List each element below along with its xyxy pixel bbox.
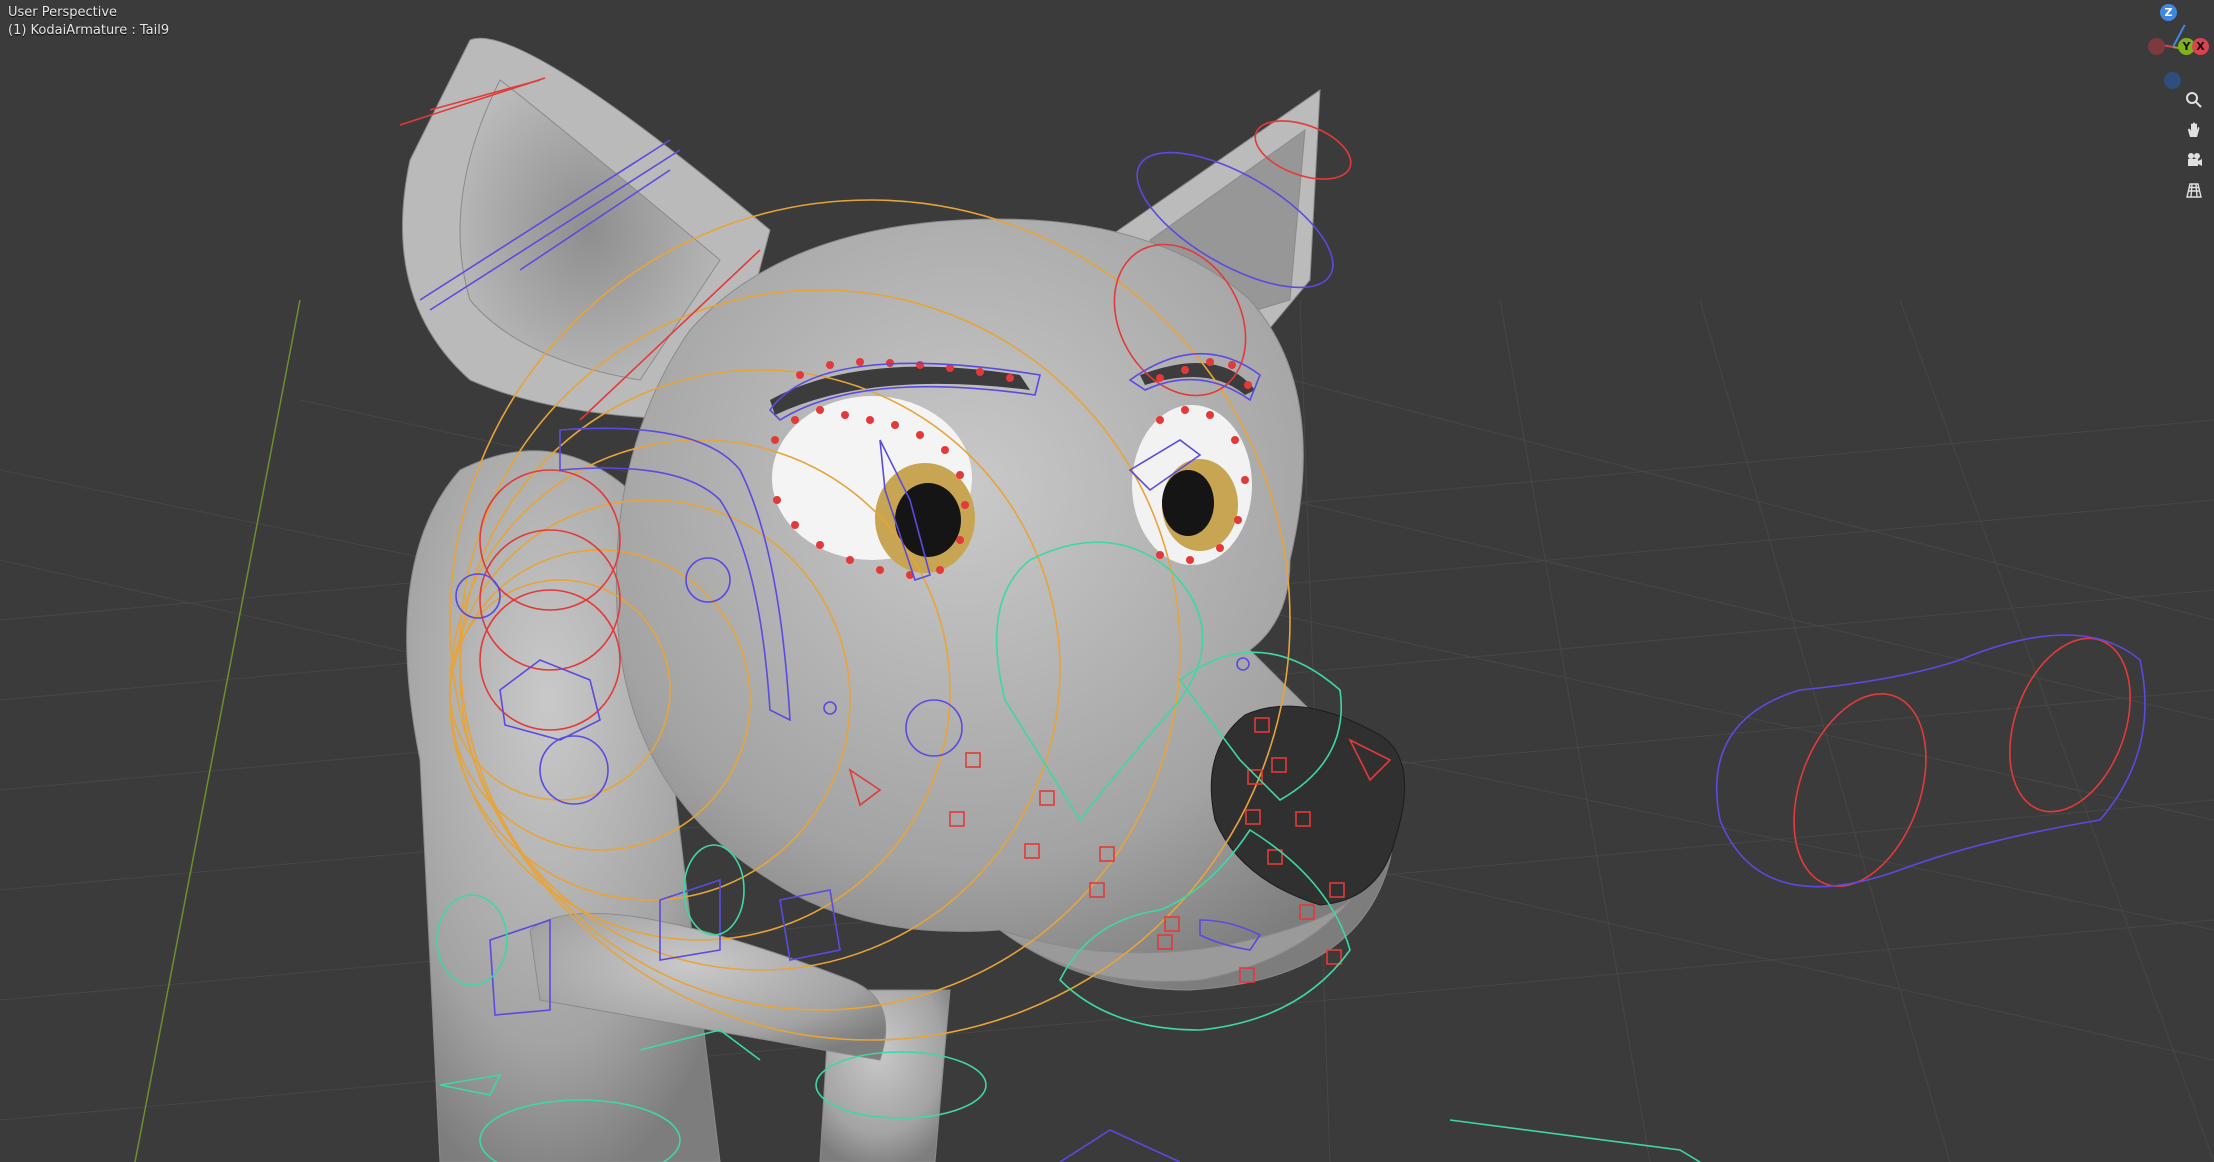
3d-viewport[interactable]: User Perspective (1) KodaiArmature : Tai… [0,0,2214,1162]
y-axis-line [134,299,301,1162]
fox-mesh [402,37,1395,1162]
fox-right-eye [1132,405,1252,565]
grid-icon[interactable] [2182,178,2206,202]
active-object-label: (1) KodaiArmature : Tail9 [8,23,170,38]
navigation-gizmo[interactable]: Z Y X [2134,0,2214,220]
neg-x-axis-handle[interactable] [2148,38,2165,55]
z-axis-handle[interactable]: Z [2160,4,2177,21]
x-axis-handle[interactable]: X [2192,38,2209,55]
hand-icon[interactable] [2182,118,2206,142]
camera-icon[interactable] [2182,148,2206,172]
viewport-scene[interactable] [0,0,2214,1162]
neg-z-axis-handle[interactable] [2164,72,2181,89]
view-mode-label: User Perspective [8,5,118,20]
zoom-icon[interactable] [2182,88,2206,112]
